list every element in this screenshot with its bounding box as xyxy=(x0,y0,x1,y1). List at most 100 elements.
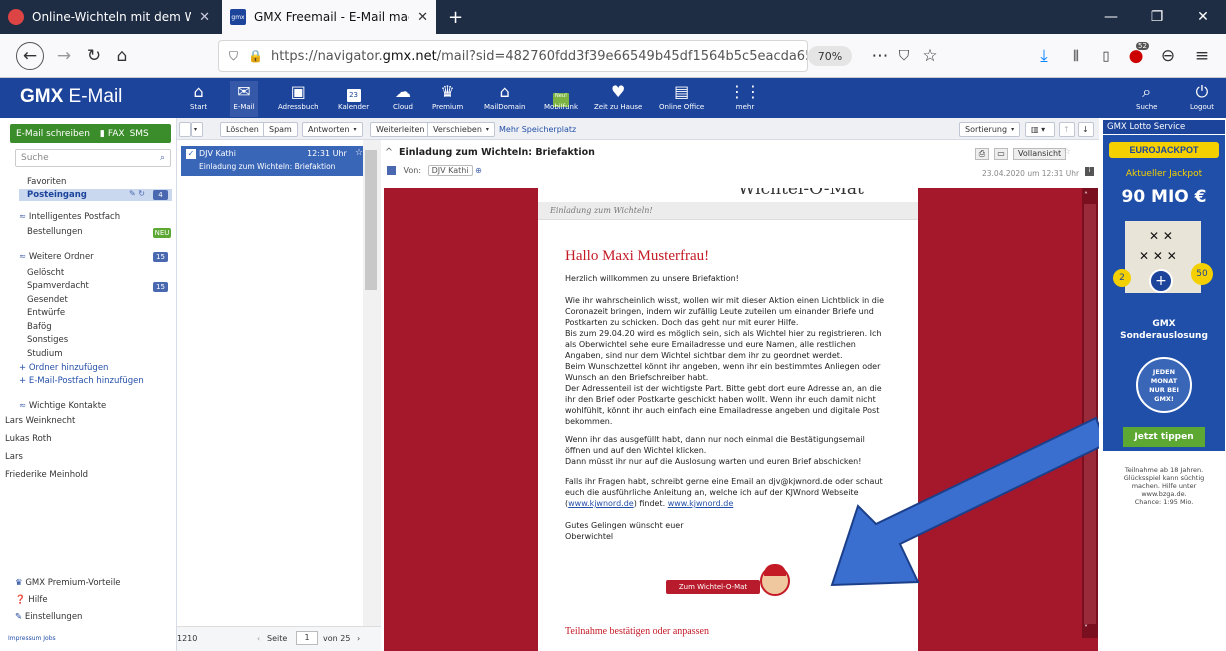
checkbox-checked-icon[interactable]: ✓ xyxy=(186,149,196,159)
nav-logout[interactable]: ⏻ Logout xyxy=(1190,81,1214,117)
pocket-icon[interactable]: ⛉ xyxy=(890,42,918,70)
bookmark-star-icon[interactable]: ☆ xyxy=(916,42,944,70)
nav-email[interactable]: ✉ E-Mail xyxy=(230,81,258,117)
save-icon[interactable]: ▭ xyxy=(994,148,1008,160)
nav-premium[interactable]: ♛ Premium xyxy=(432,81,463,117)
menu-icon[interactable]: ≡ xyxy=(1188,42,1216,70)
hilfe-link[interactable]: ❓ Hilfe xyxy=(15,595,48,605)
message-list-item[interactable]: ✓ DJV Kathi 12:31 Uhr ☆ Einladung zum Wi… xyxy=(181,146,368,176)
folder-geloescht[interactable]: Gelöscht xyxy=(27,268,64,278)
folder-entwuerfe[interactable]: Entwürfe xyxy=(27,308,65,318)
folder-spamverdacht[interactable]: Spamverdacht xyxy=(27,281,89,291)
print-icon[interactable]: ⎙ xyxy=(975,148,989,160)
scroll-up-icon[interactable]: ˄ xyxy=(1084,191,1088,200)
nav-zeit-zu-hause[interactable]: ♥ Zeit zu Hause xyxy=(594,81,642,117)
section-wichtige-kontakte[interactable]: ≈ Wichtige Kontakte xyxy=(19,401,106,411)
library-icon[interactable]: ⫼ xyxy=(1062,42,1090,70)
next-page-icon[interactable]: › xyxy=(357,634,360,643)
select-dropdown-icon[interactable]: ▾ xyxy=(191,122,203,137)
home-icon[interactable]: ⌂ xyxy=(108,42,136,70)
kjwnord-link[interactable]: www.kjwnord.de xyxy=(568,499,634,508)
wichtel-mascot-icon[interactable] xyxy=(760,564,790,596)
nav-start[interactable]: ⌂ Start xyxy=(190,81,207,117)
folder-sonstiges[interactable]: Sonstiges xyxy=(27,335,68,345)
nav-online-office[interactable]: ▤ Online Office xyxy=(659,81,704,117)
contact-item[interactable]: Friederike Meinhold xyxy=(5,470,88,480)
compose-button[interactable]: E-Mail schreiben ▮ FAX SMS xyxy=(10,124,171,143)
minimize-icon[interactable]: — xyxy=(1088,0,1134,34)
restore-icon[interactable]: ❐ xyxy=(1134,0,1180,34)
nav-suche[interactable]: ⌕ Suche xyxy=(1136,81,1157,117)
einstellungen-link[interactable]: ✎ Einstellungen xyxy=(15,612,82,622)
close-window-icon[interactable]: ✕ xyxy=(1180,0,1226,34)
contact-item[interactable]: Lars xyxy=(5,452,23,462)
folder-studium[interactable]: Studium xyxy=(27,349,63,359)
kjwnord-link[interactable]: www.kjwnord.de xyxy=(668,499,734,508)
select-all-checkbox[interactable] xyxy=(179,122,191,137)
tab-gmx-freemail[interactable]: gmx GMX Freemail - E-Mail made in ✕ xyxy=(222,0,436,34)
nav-mehr[interactable]: ⋮⋮ mehr xyxy=(729,81,761,117)
nav-cloud[interactable]: ☁ Cloud xyxy=(393,81,413,117)
plus-circle-icon[interactable]: + xyxy=(1149,269,1173,293)
arrow-up-icon[interactable]: ↑ xyxy=(1059,122,1075,137)
extension-icon[interactable]: ● 52 xyxy=(1122,42,1150,70)
folder-gesendet[interactable]: Gesendet xyxy=(27,295,68,305)
full-view-button[interactable]: Vollansicht xyxy=(1013,148,1067,160)
nav-kalender[interactable]: 23 Kalender xyxy=(338,81,369,117)
download-icon[interactable]: ⤓ xyxy=(1030,42,1058,70)
star-icon[interactable]: ☆ xyxy=(1063,147,1071,157)
lotto-ad[interactable]: GMX Lotto Service EUROJACKPOT Aktueller … xyxy=(1099,118,1226,651)
info-icon[interactable]: i xyxy=(1085,167,1094,176)
folder-posteingang[interactable]: Posteingang ✎ ↻ 4 xyxy=(19,189,172,201)
folder-search-input[interactable]: Suche ⌕ xyxy=(15,149,171,167)
move-button[interactable]: Verschieben ▾ xyxy=(427,122,495,137)
reload-icon[interactable]: ↻ xyxy=(80,42,108,70)
url-bar[interactable]: ⛉ 🔒 https://navigator.gmx.net/mail?sid=4… xyxy=(218,40,808,72)
sort-button[interactable]: Sortierung ▾ xyxy=(959,122,1021,137)
collapse-up-icon[interactable]: ^ xyxy=(385,147,393,158)
reply-button[interactable]: Antworten ▾ xyxy=(302,122,363,137)
spam-button[interactable]: Spam xyxy=(263,122,298,137)
wichtel-o-mat-button[interactable]: Zum Wichtel-O-Mat xyxy=(666,580,760,594)
prev-page-icon[interactable]: ‹ xyxy=(257,634,260,643)
folder-favoriten[interactable]: Favoriten xyxy=(27,177,66,187)
contact-item[interactable]: Lukas Roth xyxy=(5,434,52,444)
list-scrollbar[interactable] xyxy=(363,140,381,626)
scroll-down-icon[interactable]: ˅ xyxy=(1084,624,1088,633)
jetzt-tippen-button[interactable]: Jetzt tippen xyxy=(1123,427,1205,447)
folder-bafoeg[interactable]: Bafög xyxy=(27,322,52,332)
tab-online-wichteln[interactable]: Online-Wichteln mit dem Wich ✕ xyxy=(0,0,218,34)
close-tab-icon[interactable]: ✕ xyxy=(199,10,210,25)
footer-links[interactable]: Impressum Jobs xyxy=(8,635,56,642)
premium-vorteile-link[interactable]: ♛ GMX Premium-Vorteile xyxy=(15,578,121,588)
sidebar-icon[interactable]: ▯ xyxy=(1092,42,1120,70)
forward-arrow-icon[interactable]: → xyxy=(50,42,78,70)
arrow-down-icon[interactable]: ↓ xyxy=(1078,122,1094,137)
sms-label[interactable]: SMS xyxy=(130,129,149,139)
scrollbar-thumb[interactable] xyxy=(365,150,377,290)
nav-maildomain[interactable]: ⌂ MailDomain xyxy=(484,81,525,117)
section-weitere-ordner[interactable]: ≈ Weitere Ordner xyxy=(19,252,94,262)
new-tab-button[interactable]: + xyxy=(440,0,470,34)
delete-button[interactable]: Löschen xyxy=(220,122,265,137)
folder-tools-icon[interactable]: ✎ ↻ xyxy=(129,189,145,198)
folder-bestellungen[interactable]: Bestellungen xyxy=(27,227,83,237)
page-input[interactable]: 1 xyxy=(296,631,318,645)
add-contact-icon[interactable]: ⊕ xyxy=(475,166,482,175)
layout-icon[interactable]: ▥ ▾ xyxy=(1025,122,1055,137)
tracking-shield-icon[interactable]: ⛉ xyxy=(229,49,238,64)
sender-chip[interactable]: DJV Kathi xyxy=(427,165,473,176)
forward-button[interactable]: Weiterleiten xyxy=(370,122,431,137)
account-icon[interactable]: ⊖ xyxy=(1154,42,1182,70)
section-intelligent[interactable]: ≈ Intelligentes Postfach xyxy=(19,212,120,222)
nav-adressbuch[interactable]: ▣ Adressbuch xyxy=(278,81,319,117)
more-storage-link[interactable]: Mehr Speicherplatz xyxy=(499,125,576,134)
nav-mobilfunk[interactable]: Neu! Mobilfunk xyxy=(544,81,578,117)
add-folder-link[interactable]: + Ordner hinzufügen xyxy=(19,363,108,373)
star-icon[interactable]: ☆ xyxy=(355,148,363,158)
fax-label[interactable]: FAX xyxy=(108,129,125,139)
back-arrow-icon[interactable]: ← xyxy=(16,42,44,70)
contact-item[interactable]: Lars Weinknecht xyxy=(5,416,75,426)
gmx-logo[interactable]: GMX E-Mail xyxy=(20,86,122,108)
close-tab-icon[interactable]: ✕ xyxy=(417,10,428,25)
